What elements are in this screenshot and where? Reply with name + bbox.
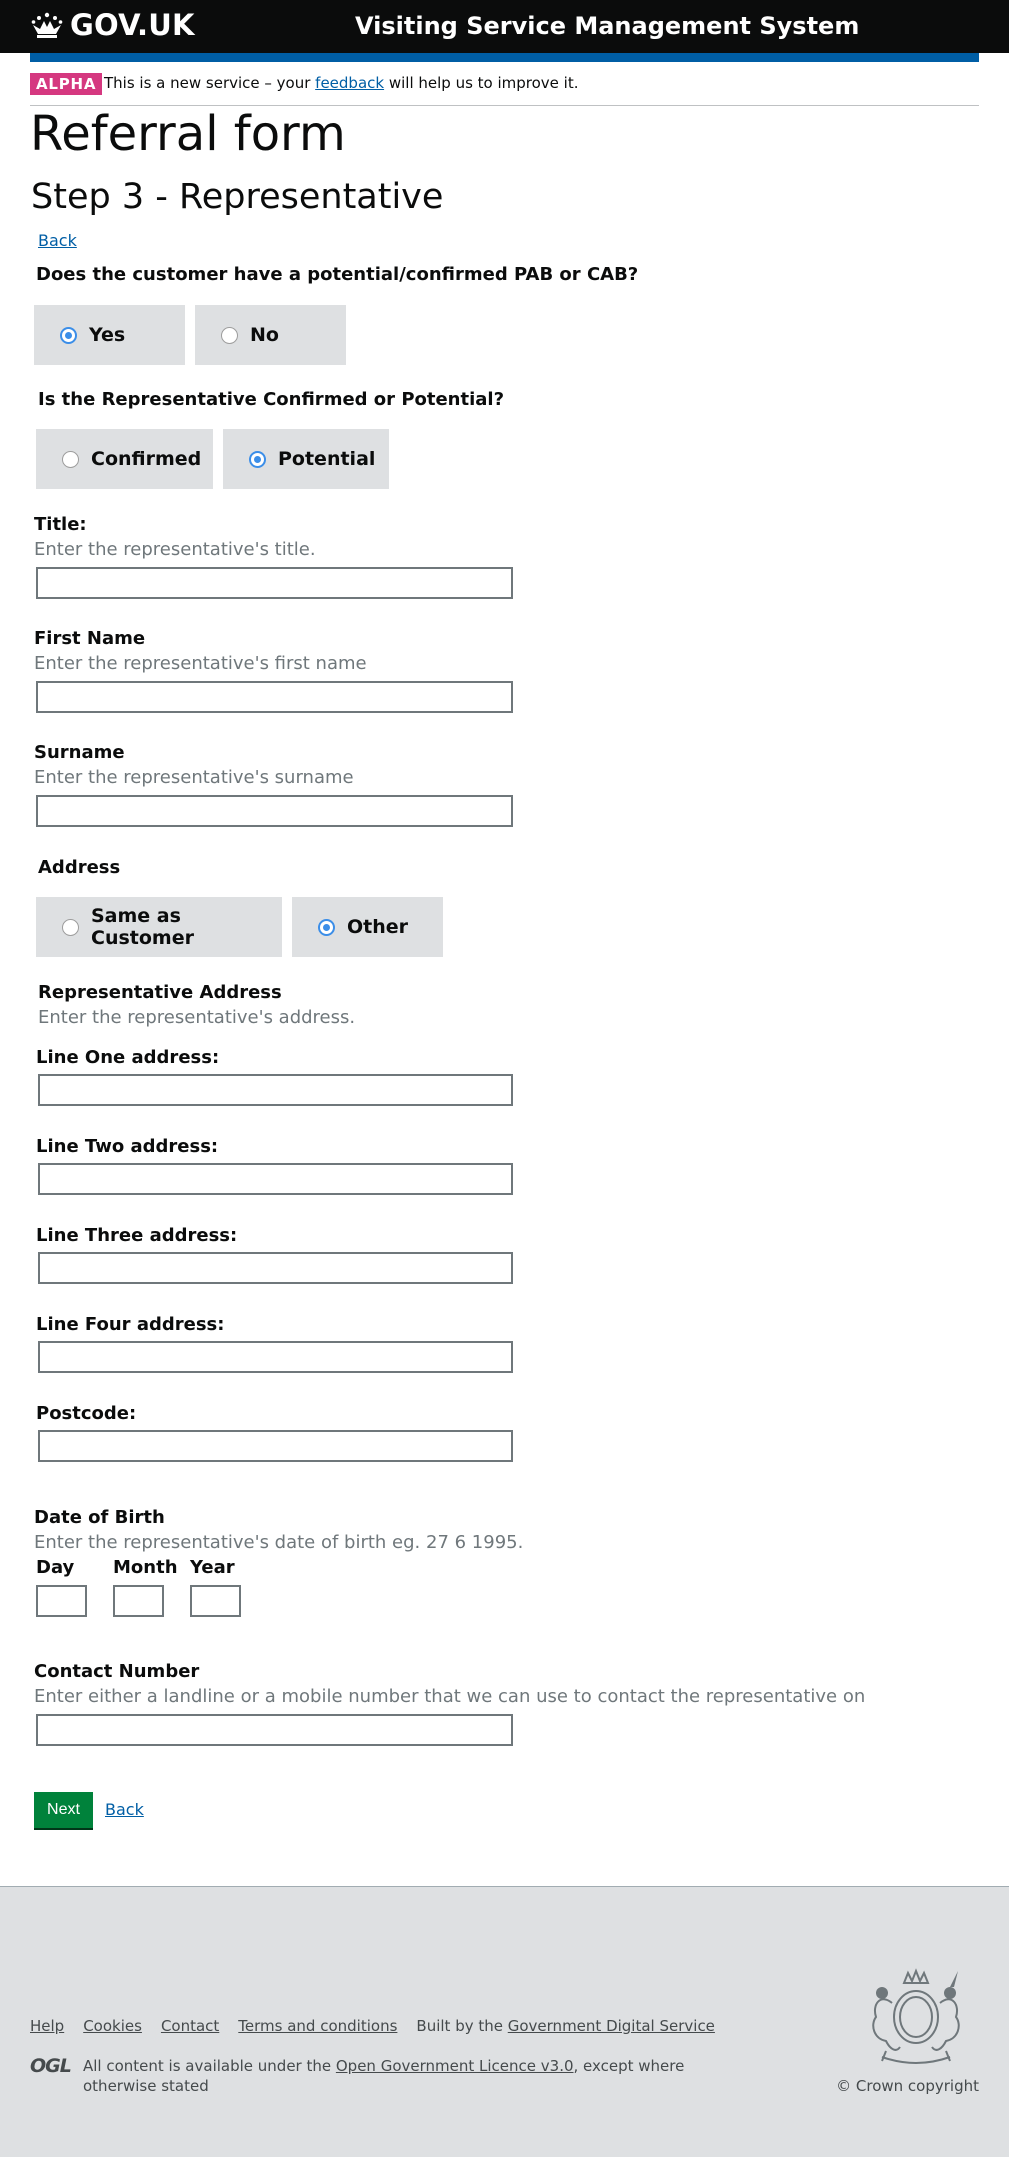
surname-input[interactable] bbox=[36, 795, 513, 827]
line-three-label: Line Three address: bbox=[36, 1225, 238, 1246]
footer-links: Help Cookies Contact Terms and condition… bbox=[30, 2017, 715, 2035]
ogl-logo: OGL bbox=[30, 2055, 72, 2077]
dob-year-label: Year bbox=[190, 1557, 235, 1578]
radio-pab-yes-circle[interactable] bbox=[60, 326, 77, 344]
footer-link-cookies[interactable]: Cookies bbox=[83, 2017, 142, 2035]
page-title: Referral form bbox=[30, 106, 346, 162]
radio-address-same-circle[interactable] bbox=[62, 918, 79, 936]
rep-address-hint: Enter the representative's address. bbox=[38, 1007, 356, 1028]
dob-year-input[interactable] bbox=[190, 1585, 241, 1617]
address-question-label: Address bbox=[38, 857, 121, 878]
site-footer: Help Cookies Contact Terms and condition… bbox=[0, 1886, 1009, 2157]
radio-address-same[interactable]: Same as Customer bbox=[36, 897, 282, 957]
first-name-label: First Name bbox=[34, 628, 146, 649]
radio-rep-potential-circle[interactable] bbox=[249, 450, 266, 468]
footer-built-by: Built by the Government Digital Service bbox=[416, 2017, 715, 2035]
line-two-input[interactable] bbox=[38, 1163, 513, 1195]
dob-day-label: Day bbox=[36, 1557, 75, 1578]
radio-pab-yes-label: Yes bbox=[89, 324, 126, 346]
header-inner: GOV.UK Visiting Service Management Syste… bbox=[30, 0, 979, 53]
royal-coat-of-arms-icon bbox=[872, 1968, 960, 2064]
title-hint: Enter the representative's title. bbox=[34, 539, 316, 560]
feedback-link[interactable]: feedback bbox=[315, 74, 384, 92]
step-title: Step 3 - Representative bbox=[31, 177, 444, 217]
govuk-logo-link[interactable]: GOV.UK bbox=[30, 8, 195, 42]
line-four-label: Line Four address: bbox=[36, 1314, 225, 1335]
phase-text-after: will help us to improve it. bbox=[384, 74, 579, 92]
contact-input[interactable] bbox=[36, 1714, 513, 1746]
dob-month-label: Month bbox=[113, 1557, 178, 1578]
radio-address-other-circle[interactable] bbox=[318, 918, 335, 936]
footer-link-help[interactable]: Help bbox=[30, 2017, 64, 2035]
first-name-input[interactable] bbox=[36, 681, 513, 713]
surname-hint: Enter the representative's surname bbox=[34, 767, 354, 788]
radio-pab-no-label: No bbox=[250, 324, 279, 346]
contact-label: Contact Number bbox=[34, 1661, 200, 1682]
line-four-input[interactable] bbox=[38, 1341, 513, 1373]
footer-link-gds[interactable]: Government Digital Service bbox=[508, 2017, 715, 2035]
line-one-label: Line One address: bbox=[36, 1047, 220, 1068]
next-button[interactable]: Next bbox=[34, 1792, 93, 1828]
rep-address-heading: Representative Address bbox=[38, 982, 282, 1003]
pab-question-label: Does the customer have a potential/confi… bbox=[36, 264, 639, 285]
radio-address-other-label: Other bbox=[347, 916, 409, 938]
footer-link-contact[interactable]: Contact bbox=[161, 2017, 219, 2035]
dob-day-input[interactable] bbox=[36, 1585, 87, 1617]
radio-rep-confirmed[interactable]: Confirmed bbox=[36, 429, 213, 489]
back-link-top[interactable]: Back bbox=[38, 231, 77, 250]
header-blue-bar bbox=[30, 53, 979, 62]
back-link-bottom[interactable]: Back bbox=[105, 1800, 144, 1819]
radio-pab-yes[interactable]: Yes bbox=[34, 305, 185, 365]
logo-text: GOV.UK bbox=[70, 8, 195, 42]
line-three-input[interactable] bbox=[38, 1252, 513, 1284]
crown-copyright-link[interactable]: © Crown copyright bbox=[836, 2077, 979, 2095]
service-name[interactable]: Visiting Service Management System bbox=[355, 12, 859, 40]
title-input[interactable] bbox=[36, 567, 513, 599]
radio-rep-potential-label: Potential bbox=[278, 448, 376, 470]
crown-icon bbox=[31, 12, 63, 38]
surname-label: Surname bbox=[34, 742, 125, 763]
radio-rep-potential[interactable]: Potential bbox=[223, 429, 389, 489]
phase-text: This is a new service – your feedback wi… bbox=[104, 74, 579, 92]
licence-link[interactable]: Open Government Licence v3.0 bbox=[336, 2057, 574, 2075]
radio-pab-no-circle[interactable] bbox=[221, 326, 238, 344]
licence-text-before: All content is available under the bbox=[83, 2057, 336, 2075]
rep-status-question-label: Is the Representative Confirmed or Poten… bbox=[38, 389, 505, 410]
phase-banner: ALPHA This is a new service – your feedb… bbox=[30, 72, 979, 106]
radio-address-same-label: Same as Customer bbox=[91, 905, 194, 949]
footer-built-by-text: Built by the bbox=[416, 2017, 508, 2035]
phase-tag: ALPHA bbox=[30, 73, 103, 95]
radio-rep-confirmed-label: Confirmed bbox=[91, 448, 202, 470]
site-header: GOV.UK Visiting Service Management Syste… bbox=[0, 0, 1009, 53]
footer-link-terms[interactable]: Terms and conditions bbox=[238, 2017, 397, 2035]
first-name-hint: Enter the representative's first name bbox=[34, 653, 367, 674]
dob-hint: Enter the representative's date of birth… bbox=[34, 1532, 524, 1553]
dob-month-input[interactable] bbox=[113, 1585, 164, 1617]
line-two-label: Line Two address: bbox=[36, 1136, 219, 1157]
dob-label: Date of Birth bbox=[34, 1507, 165, 1528]
licence-text: All content is available under the Open … bbox=[83, 2056, 723, 2096]
postcode-label: Postcode: bbox=[36, 1403, 137, 1424]
radio-pab-no[interactable]: No bbox=[195, 305, 346, 365]
line-one-input[interactable] bbox=[38, 1074, 513, 1106]
radio-rep-confirmed-circle[interactable] bbox=[62, 450, 79, 468]
postcode-input[interactable] bbox=[38, 1430, 513, 1462]
title-label: Title: bbox=[34, 514, 87, 535]
phase-text-before: This is a new service – your bbox=[104, 74, 316, 92]
radio-address-other[interactable]: Other bbox=[292, 897, 443, 957]
contact-hint: Enter either a landline or a mobile numb… bbox=[34, 1686, 866, 1707]
